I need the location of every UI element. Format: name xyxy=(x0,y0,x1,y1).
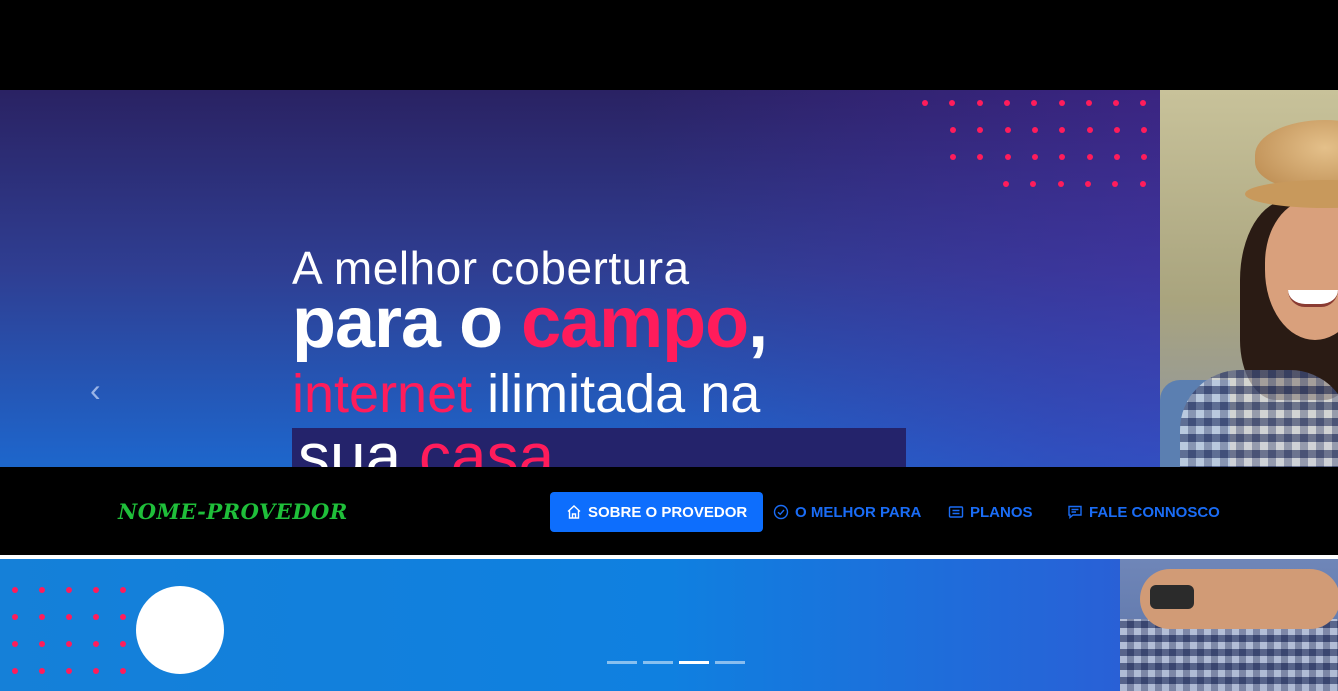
decorative-dot xyxy=(1031,154,1038,160)
decorative-dot xyxy=(1085,100,1092,106)
top-bar xyxy=(0,0,1338,90)
decorative-dot xyxy=(66,641,72,647)
decorative-dot xyxy=(1086,154,1093,160)
decorative-dot xyxy=(1057,181,1064,187)
decorative-dot xyxy=(1113,127,1120,133)
decorative-dot xyxy=(1113,154,1120,160)
carousel-indicator-2[interactable] xyxy=(643,661,673,664)
decorative-dot xyxy=(976,100,983,106)
decorative-dot xyxy=(39,641,45,647)
decorative-dot xyxy=(1003,100,1010,106)
chat-icon xyxy=(1068,505,1082,519)
decorative-dot xyxy=(66,587,72,593)
nav-fale-connosco[interactable]: FALE CONNOSCO xyxy=(1067,492,1220,532)
decorative-dot xyxy=(12,668,18,674)
headline-line-2: para o campo, xyxy=(292,287,768,359)
decorative-dot xyxy=(39,587,45,593)
headline-internet: internet xyxy=(292,364,473,424)
decorative-dot xyxy=(120,587,126,593)
carousel-indicators xyxy=(607,661,745,664)
brand-logo-text[interactable]: NOME-PROVEDOR xyxy=(118,499,348,524)
headline-casa: casa xyxy=(418,428,555,468)
photo-plaid-shirt-lower xyxy=(1120,619,1338,691)
decorative-dot xyxy=(1139,181,1146,187)
carousel-indicator-3[interactable] xyxy=(679,661,709,664)
decorative-dot xyxy=(66,668,72,674)
headline-line-4: sua casa xyxy=(298,428,554,468)
decorative-dot xyxy=(93,641,99,647)
decorative-dot xyxy=(950,127,956,133)
headline-line-4-box: sua casa xyxy=(292,428,906,468)
decorative-dot xyxy=(1086,127,1093,133)
decorative-dot xyxy=(39,668,45,674)
decorative-dot xyxy=(12,641,18,647)
decorative-dot xyxy=(93,668,99,674)
decorative-dot xyxy=(1004,154,1011,160)
decorative-dot xyxy=(66,614,72,620)
decorative-dot xyxy=(120,614,126,620)
hero-headline: A melhor cobertura para o campo, interne… xyxy=(292,245,768,421)
decorative-dot xyxy=(1058,100,1065,106)
decorative-dot xyxy=(1031,127,1038,133)
headline-comma: , xyxy=(748,283,768,363)
nav-sobre-o-provedor[interactable]: SOBRE O PROVEDOR xyxy=(550,492,764,532)
nav-planos[interactable]: PLANOS xyxy=(948,492,1033,532)
headline-para-o: para o xyxy=(292,283,522,363)
nav-label: O MELHOR PARA xyxy=(795,503,922,521)
decorative-dot xyxy=(1003,181,1009,187)
decorative-dot xyxy=(12,614,18,620)
nav-label: FALE CONNOSCO xyxy=(1089,503,1220,521)
decorative-dot xyxy=(950,154,956,160)
home-icon xyxy=(567,505,581,519)
nav-label: SOBRE O PROVEDOR xyxy=(588,503,748,521)
hero-lower-section xyxy=(0,559,1338,691)
decorative-dot xyxy=(120,641,126,647)
decorative-dot xyxy=(12,587,18,593)
decorative-dot xyxy=(120,668,126,674)
carousel-indicator-1[interactable] xyxy=(607,661,637,664)
decorative-dot xyxy=(922,100,928,106)
decorative-white-circle xyxy=(136,586,224,674)
nav-label: PLANOS xyxy=(970,503,1033,521)
photo-watch xyxy=(1150,585,1194,609)
headline-campo: campo xyxy=(521,283,749,363)
decorative-dot xyxy=(39,614,45,620)
nav-o-melhor-para[interactable]: O MELHOR PARA xyxy=(773,492,921,532)
carousel-indicator-4[interactable] xyxy=(715,661,745,664)
carousel-prev-arrow[interactable]: ‹ xyxy=(90,374,108,406)
headline-sua: sua xyxy=(298,428,419,468)
photo-hat-brim xyxy=(1245,180,1338,208)
headline-line-3: internet ilimitada na xyxy=(292,367,767,421)
hero-hands-photo xyxy=(1120,559,1338,691)
decorative-dot xyxy=(1004,127,1011,133)
decorative-dot xyxy=(1084,181,1091,187)
decorative-dot xyxy=(93,587,99,593)
card-list-icon xyxy=(948,506,964,518)
main-navbar: NOME-PROVEDOR SOBRE O PROVEDOR O MELHOR … xyxy=(0,467,1338,559)
headline-ilimitada-na: ilimitada na xyxy=(472,364,761,424)
decorative-dot xyxy=(93,614,99,620)
check-circle-icon xyxy=(773,504,789,520)
